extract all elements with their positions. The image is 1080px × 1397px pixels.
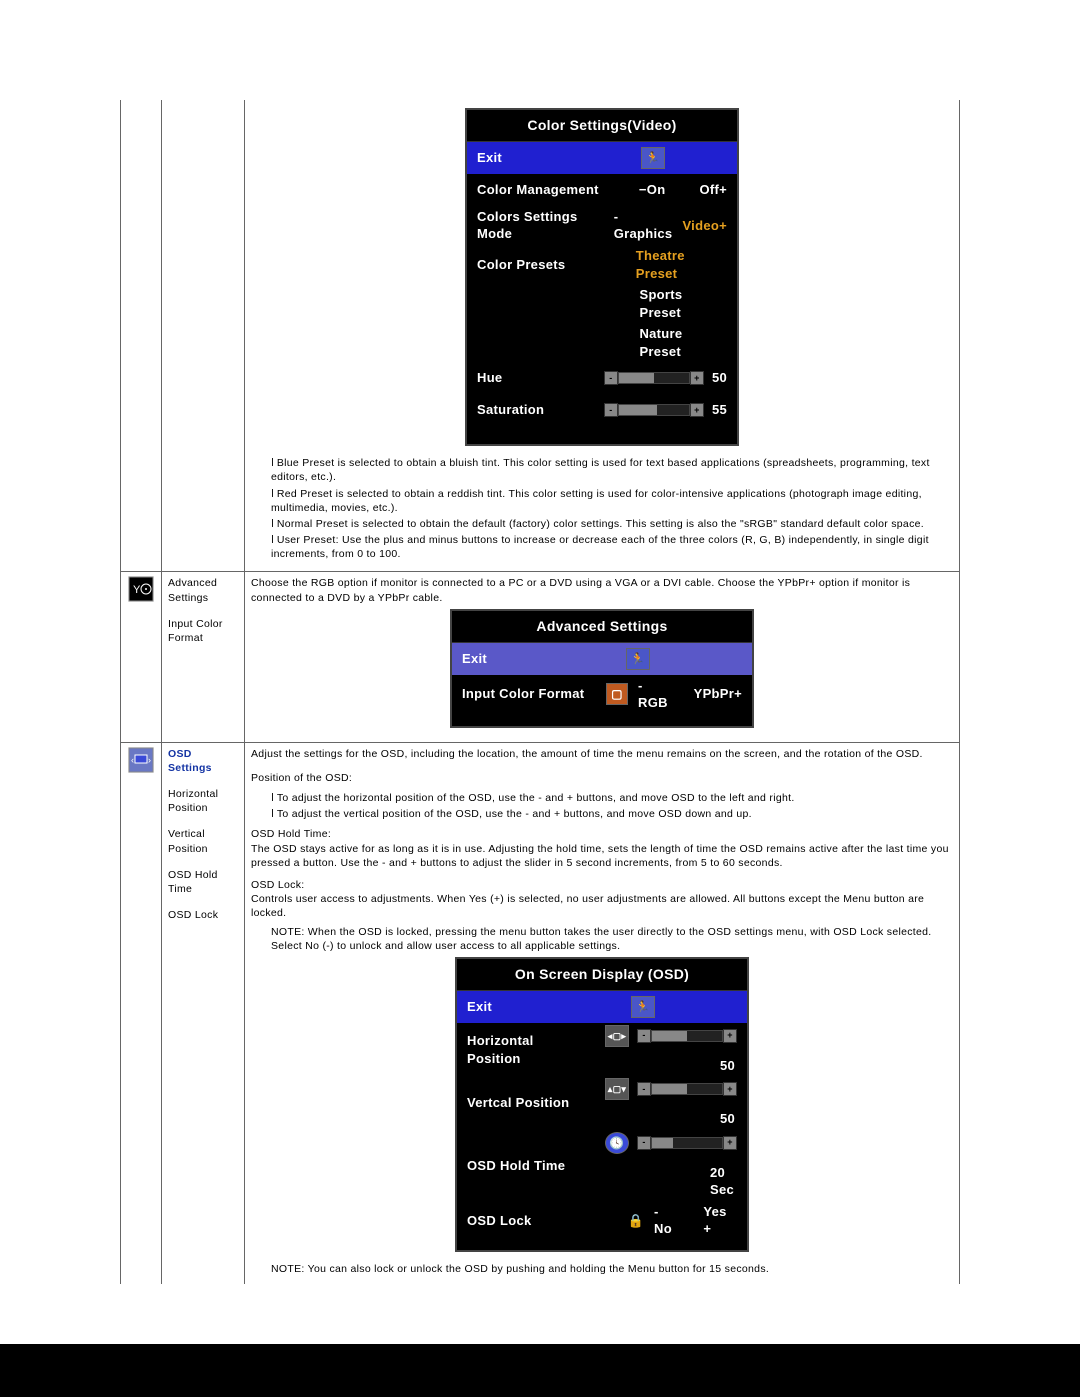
osd-v-value: 50 — [695, 1110, 735, 1128]
osd-hold-label: OSD Hold Time — [467, 1157, 591, 1175]
osd-pos-bullets: To adjust the horizontal position of the… — [251, 791, 953, 821]
graphics-option: -Graphics — [614, 208, 673, 243]
hue-value: 50 — [712, 369, 727, 387]
advanced-icon: Y — [128, 576, 154, 602]
color-preset-bullets: Blue Preset is selected to obtain a blui… — [251, 456, 953, 561]
saturation-label: Saturation — [477, 401, 590, 419]
advanced-label: Advanced Settings — [168, 576, 238, 604]
lock-text: Controls user access to adjustments. Whe… — [251, 892, 953, 920]
color-management-label: Color Management — [477, 181, 625, 199]
run-icon: 🏃 — [641, 147, 665, 169]
nature-preset-row[interactable]: Nature Preset — [467, 323, 737, 362]
osd-hold-value: 20 Sec — [685, 1164, 737, 1199]
advanced-exit-row[interactable]: Exit 🏃 — [452, 643, 752, 675]
svg-text:›: › — [148, 755, 151, 765]
sports-preset-row[interactable]: Sports Preset — [467, 284, 737, 323]
sub-lock: OSD Lock — [168, 908, 238, 922]
saturation-value: 55 — [712, 401, 727, 419]
run-icon: 🏃 — [631, 996, 655, 1018]
osd-icon: ‹› — [128, 747, 154, 773]
sub-horizontal: Horizontal Position — [168, 787, 238, 815]
bullet-red: Red Preset is selected to obtain a reddi… — [271, 487, 953, 515]
osd-footer-note: NOTE: You can also lock or unlock the OS… — [251, 1262, 953, 1276]
hue-label: Hue — [477, 369, 590, 387]
lock-icon: 🔒 — [628, 1212, 645, 1230]
hue-slider[interactable]: -+ 50 — [604, 369, 727, 387]
osd-h-value: 50 — [695, 1057, 735, 1075]
osd-panel-title: On Screen Display (OSD) — [457, 959, 747, 991]
bullet-user: User Preset: Use the plus and minus butt… — [271, 533, 953, 561]
osd-v-label: Vertcal Position — [467, 1094, 591, 1112]
nature-preset: Nature Preset — [639, 325, 727, 360]
rgb-option: -RGB — [638, 677, 670, 712]
osd-exit-label: Exit — [467, 998, 617, 1016]
hold-heading: OSD Hold Time: — [251, 827, 953, 841]
osd-h-row[interactable]: Horizontal Position ◂▢▸ -+ 50 — [457, 1023, 747, 1077]
osd-settings-heading: OSD Settings — [168, 747, 238, 775]
clock-icon: 🕓 — [605, 1132, 629, 1154]
video-option: Video+ — [682, 217, 727, 235]
bullet-h: To adjust the horizontal position of the… — [271, 791, 953, 805]
monitor-icon: ▢ — [606, 683, 628, 705]
sports-preset: Sports Preset — [639, 286, 727, 321]
osd-v-slider[interactable]: -+ — [637, 1082, 737, 1096]
osd-intro: Adjust the settings for the OSD, includi… — [251, 747, 953, 761]
saturation-slider[interactable]: -+ 55 — [604, 401, 727, 419]
hold-text: The OSD stays active for as long as it i… — [251, 842, 953, 870]
presets-label: Color Presets — [477, 256, 622, 274]
v-pos-icon: ▴▢▾ — [605, 1078, 629, 1100]
exit-row[interactable]: Exit 🏃 — [467, 142, 737, 174]
svg-text:‹: ‹ — [131, 755, 134, 765]
osd-pos-heading: Position of the OSD: — [251, 771, 953, 785]
advanced-exit-label: Exit — [462, 650, 612, 668]
hue-row[interactable]: Hue -+ 50 — [467, 362, 737, 394]
lock-note: NOTE: When the OSD is locked, pressing t… — [251, 925, 953, 953]
bullet-normal: Normal Preset is selected to obtain the … — [271, 517, 953, 531]
advanced-intro: Choose the RGB option if monitor is conn… — [251, 576, 953, 604]
lock-heading: OSD Lock: — [251, 878, 953, 892]
exit-label: Exit — [477, 149, 627, 167]
presets-row[interactable]: Color Presets Theatre Preset — [467, 245, 737, 284]
sub-hold: OSD Hold Time — [168, 868, 238, 896]
osd-h-slider[interactable]: -+ — [637, 1029, 737, 1043]
osd-v-row[interactable]: Vertcal Position ▴▢▾ -+ 50 — [457, 1076, 747, 1130]
h-pos-icon: ◂▢▸ — [605, 1025, 629, 1047]
saturation-row[interactable]: Saturation -+ 55 — [467, 394, 737, 444]
osd-panel: On Screen Display (OSD) Exit 🏃 Horizonta… — [455, 957, 749, 1252]
off-option: Off+ — [699, 181, 727, 199]
osd-lock-row[interactable]: OSD Lock 🔒 - No Yes + — [457, 1201, 747, 1250]
on-option: −On — [639, 181, 666, 199]
color-mode-row[interactable]: Colors Settings Mode -Graphics Video+ — [467, 206, 737, 245]
icf-label: Input Color Format — [462, 685, 592, 703]
advanced-panel-title: Advanced Settings — [452, 611, 752, 643]
theatre-preset: Theatre Preset — [636, 247, 727, 282]
bullet-blue: Blue Preset is selected to obtain a blui… — [271, 456, 953, 484]
input-color-format-label: Input Color Format — [168, 617, 238, 645]
panel-title: Color Settings(Video) — [467, 110, 737, 142]
osd-hold-slider[interactable]: -+ — [637, 1136, 737, 1150]
color-settings-panel: Color Settings(Video) Exit 🏃 Color Manag… — [465, 108, 739, 446]
run-icon: 🏃 — [626, 648, 650, 670]
bullet-v: To adjust the vertical position of the O… — [271, 807, 953, 821]
color-management-row[interactable]: Color Management −On Off+ — [467, 174, 737, 206]
advanced-panel: Advanced Settings Exit 🏃 Input Color For… — [450, 609, 754, 728]
osd-h-label: Horizontal Position — [467, 1032, 591, 1067]
lock-yes: Yes + — [703, 1203, 737, 1238]
sub-vertical: Vertical Position — [168, 827, 238, 855]
svg-text:Y: Y — [133, 584, 141, 596]
lock-no: - No — [654, 1203, 679, 1238]
osd-lock-label: OSD Lock — [467, 1212, 614, 1230]
mode-label: Colors Settings Mode — [477, 208, 600, 243]
input-color-format-row[interactable]: Input Color Format ▢ -RGB YPbPr+ — [452, 675, 752, 726]
osd-hold-row[interactable]: OSD Hold Time 🕓 -+ 20 Sec — [457, 1130, 747, 1201]
ypbpr-option: YPbPr+ — [694, 685, 742, 703]
osd-exit-row[interactable]: Exit 🏃 — [457, 991, 747, 1023]
